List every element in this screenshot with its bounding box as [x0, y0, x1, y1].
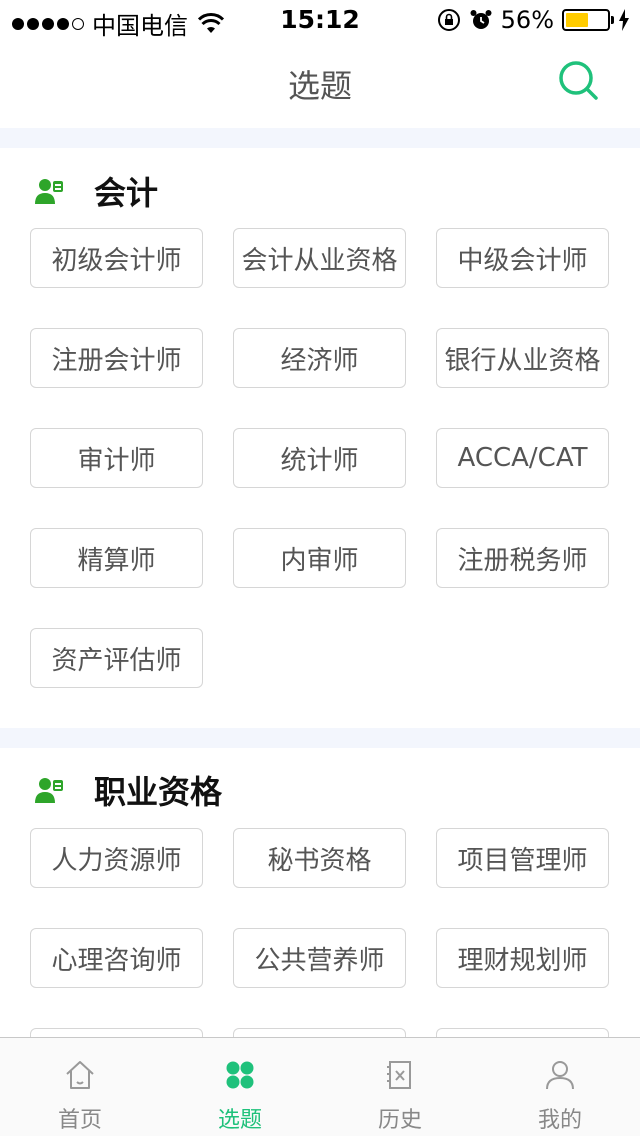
section-divider [0, 728, 640, 748]
section-title: 职业资格 [94, 773, 223, 811]
people-icon [35, 778, 63, 803]
tag-item[interactable]: 注册税务师 [436, 528, 609, 588]
tag-item[interactable]: 经济师 [233, 328, 406, 388]
people-icon [35, 179, 63, 204]
tab-label: 选题 [217, 1108, 262, 1133]
battery-icon [562, 9, 614, 31]
alarm-icon [470, 10, 492, 29]
grid-icon [226, 1061, 254, 1089]
tag-item[interactable]: 秘书资格 [233, 828, 406, 888]
charging-icon [619, 9, 629, 31]
tab-bar: 首页 选题 历史 我的 [0, 1037, 640, 1136]
home-icon [66, 1061, 94, 1089]
tag-item[interactable]: 资产评估师 [30, 628, 203, 688]
page-title: 选题 [287, 67, 352, 105]
tag-item[interactable]: 注册会计师 [30, 328, 203, 388]
tag-grid: 初级会计师 会计从业资格 中级会计师 注册会计师 经济师 银行从业资格 审计师 … [30, 228, 610, 688]
tab-history[interactable]: 历史 [320, 1038, 480, 1136]
history-icon [387, 1061, 411, 1089]
tab-home[interactable]: 首页 [0, 1038, 160, 1136]
tag-item[interactable]: 审计师 [30, 428, 203, 488]
tag-item[interactable]: 内审师 [233, 528, 406, 588]
section-title: 会计 [94, 174, 159, 212]
tag-item[interactable]: 人力资源师 [30, 828, 203, 888]
tab-label: 首页 [57, 1108, 102, 1133]
tag-item[interactable]: 会计从业资格 [233, 228, 406, 288]
tab-label: 我的 [537, 1108, 582, 1133]
tag-item[interactable]: 精算师 [30, 528, 203, 588]
tag-item[interactable]: 公共营养师 [233, 928, 406, 988]
tag-item[interactable]: 初级会计师 [30, 228, 203, 288]
section-header: 会计 [34, 168, 158, 214]
tag-item[interactable]: 理财规划师 [436, 928, 609, 988]
battery-percentage: 56% [500, 6, 554, 34]
search-icon[interactable] [558, 60, 600, 102]
tag-item[interactable]: 中级会计师 [436, 228, 609, 288]
tag-item[interactable]: 心理咨询师 [30, 928, 203, 988]
tab-select[interactable]: 选题 [160, 1038, 320, 1136]
section-divider [0, 128, 640, 148]
tab-label: 历史 [377, 1108, 422, 1133]
status-bar: 中国电信 15:12 56% [0, 0, 640, 40]
tag-item[interactable]: ACCA/CAT [436, 428, 609, 488]
status-right: 56% [437, 6, 630, 34]
nav-bar: 选题 [0, 40, 640, 128]
section-header: 职业资格 [34, 767, 222, 813]
tag-item[interactable]: 项目管理师 [436, 828, 609, 888]
tab-mine[interactable]: 我的 [480, 1038, 640, 1136]
tag-item[interactable]: 统计师 [233, 428, 406, 488]
user-icon [546, 1061, 574, 1090]
tag-item[interactable]: 银行从业资格 [436, 328, 609, 388]
rotation-lock-icon [437, 9, 460, 31]
